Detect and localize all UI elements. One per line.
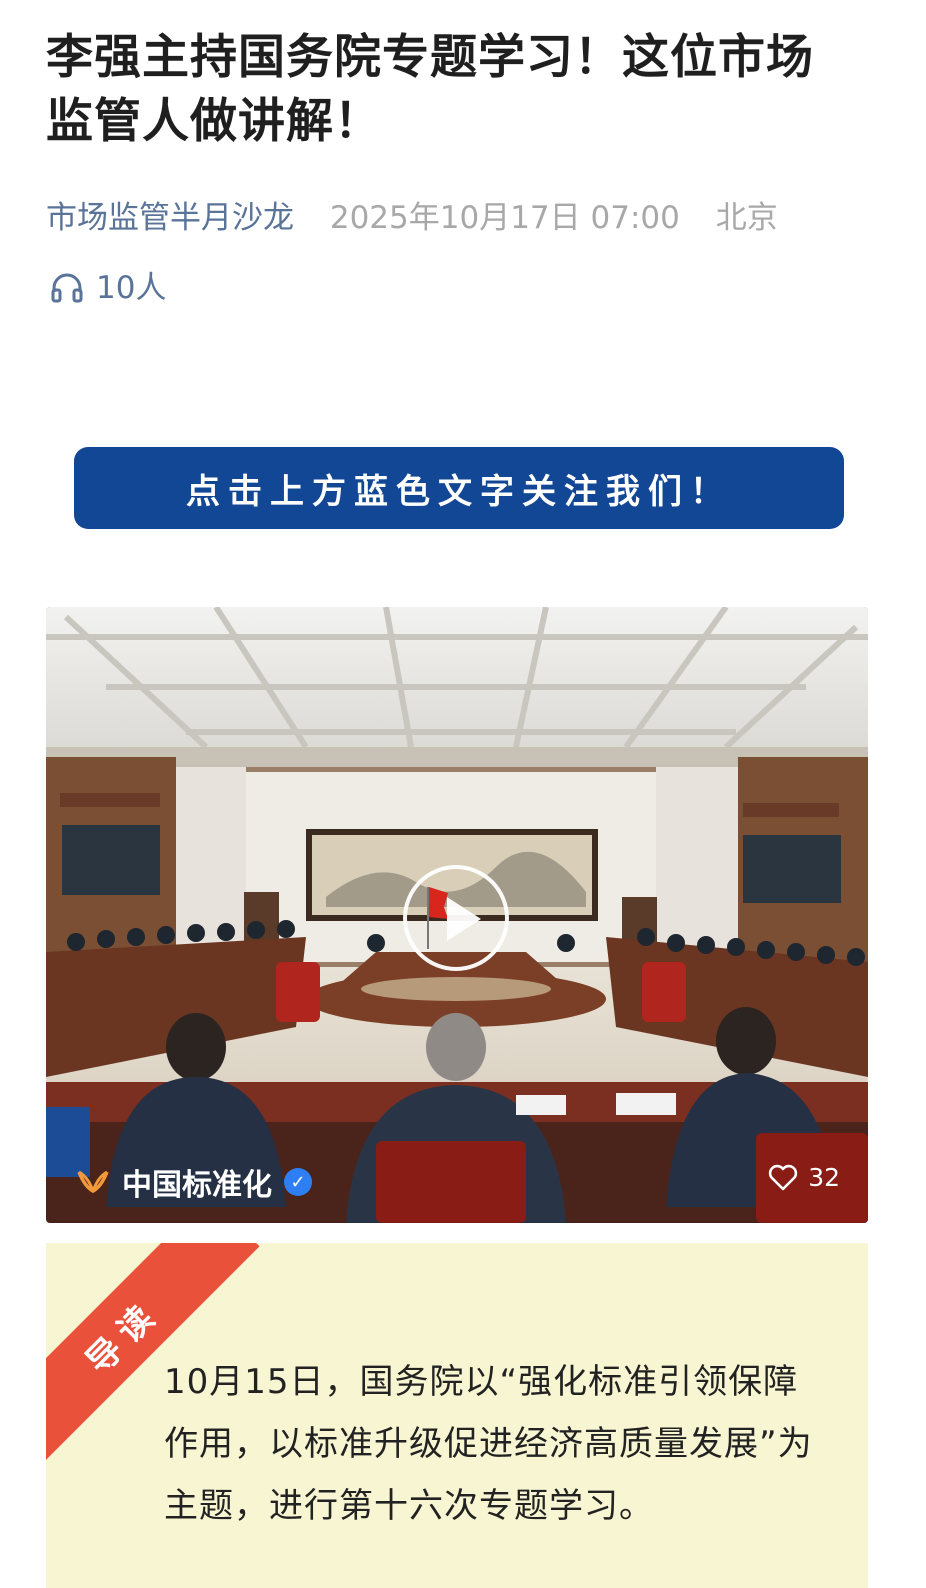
follow-us-banner[interactable]: 点击上方蓝色文字关注我们！	[74, 447, 844, 529]
intro-section: 导读 10月15日，国务院以“强化标准引领保障作用，以标准升级促进经济高质量发展…	[46, 1243, 868, 1588]
publish-location: 北京	[715, 200, 778, 236]
channel-logo-icon	[77, 1170, 109, 1193]
video-player[interactable]: 中国标准化 ✓ 32	[46, 607, 868, 1223]
play-icon[interactable]	[403, 865, 509, 971]
video-channel[interactable]: 中国标准化 ✓	[76, 1160, 312, 1204]
like-count: 32	[808, 1163, 840, 1192]
listen-count-label: 10人	[96, 270, 167, 306]
article-meta: 市场监管半月沙龙 2025年10月17日 07:00 北京	[46, 196, 778, 240]
intro-text: 10月15日，国务院以“强化标准引领保障作用，以标准升级促进经济高质量发展”为主…	[164, 1362, 813, 1526]
like-button[interactable]: 32	[768, 1163, 840, 1192]
listen-count[interactable]: 10人	[50, 266, 166, 310]
channel-name: 中国标准化	[122, 1168, 272, 1203]
headphones-icon	[51, 273, 83, 303]
publish-time: 2025年10月17日 07:00	[329, 200, 680, 236]
account-name-link[interactable]: 市场监管半月沙龙	[46, 200, 294, 236]
article-title: 李强主持国务院专题学习！这位市场监管人做讲解！	[46, 30, 814, 149]
heart-icon	[769, 1164, 798, 1191]
verified-check-icon: ✓	[284, 1168, 312, 1196]
